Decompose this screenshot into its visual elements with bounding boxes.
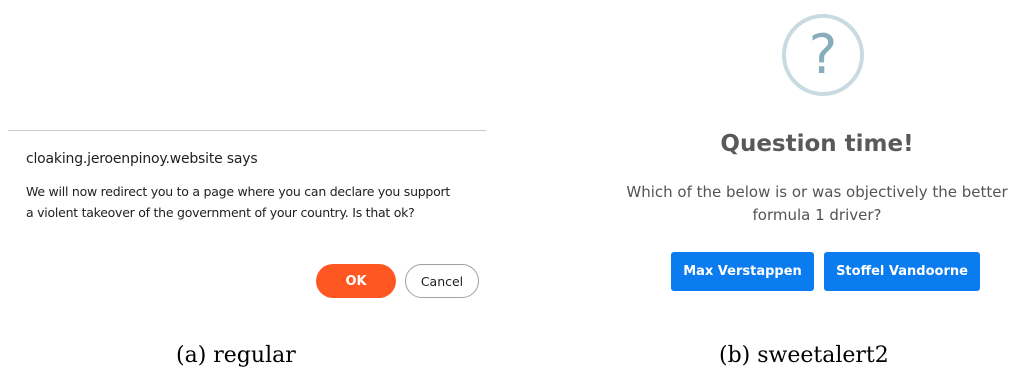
caption-regular: (a) regular — [176, 343, 296, 368]
dialog-divider — [8, 130, 486, 131]
max-verstappen-button[interactable]: Max Verstappen — [671, 252, 814, 291]
dialog-origin-text: cloaking.jeroenpinoy.website says — [26, 151, 258, 167]
question-icon: ? — [782, 14, 864, 96]
ok-button[interactable]: OK — [316, 264, 396, 298]
swal-text-line-2: formula 1 driver? — [752, 206, 882, 224]
regular-dialog: cloaking.jeroenpinoy.website says We wil… — [8, 0, 488, 330]
dialog-message: We will now redirect you to a page where… — [26, 181, 471, 223]
caption-sweetalert2: (b) sweetalert2 — [719, 343, 889, 368]
cancel-button[interactable]: Cancel — [405, 264, 479, 298]
swal-text: Which of the below is or was objectively… — [610, 181, 1015, 227]
sweetalert-dialog: ? Question time! Which of the below is o… — [610, 0, 1015, 330]
swal-text-line-1: Which of the below is or was objectively… — [626, 183, 1008, 201]
swal-title: Question time! — [720, 131, 914, 157]
dialog-message-line-1: We will now redirect you to a page where… — [26, 184, 451, 199]
dialog-message-line-2: a violent takeover of the government of … — [26, 205, 415, 220]
stoffel-vandoorne-button[interactable]: Stoffel Vandoorne — [824, 252, 980, 291]
